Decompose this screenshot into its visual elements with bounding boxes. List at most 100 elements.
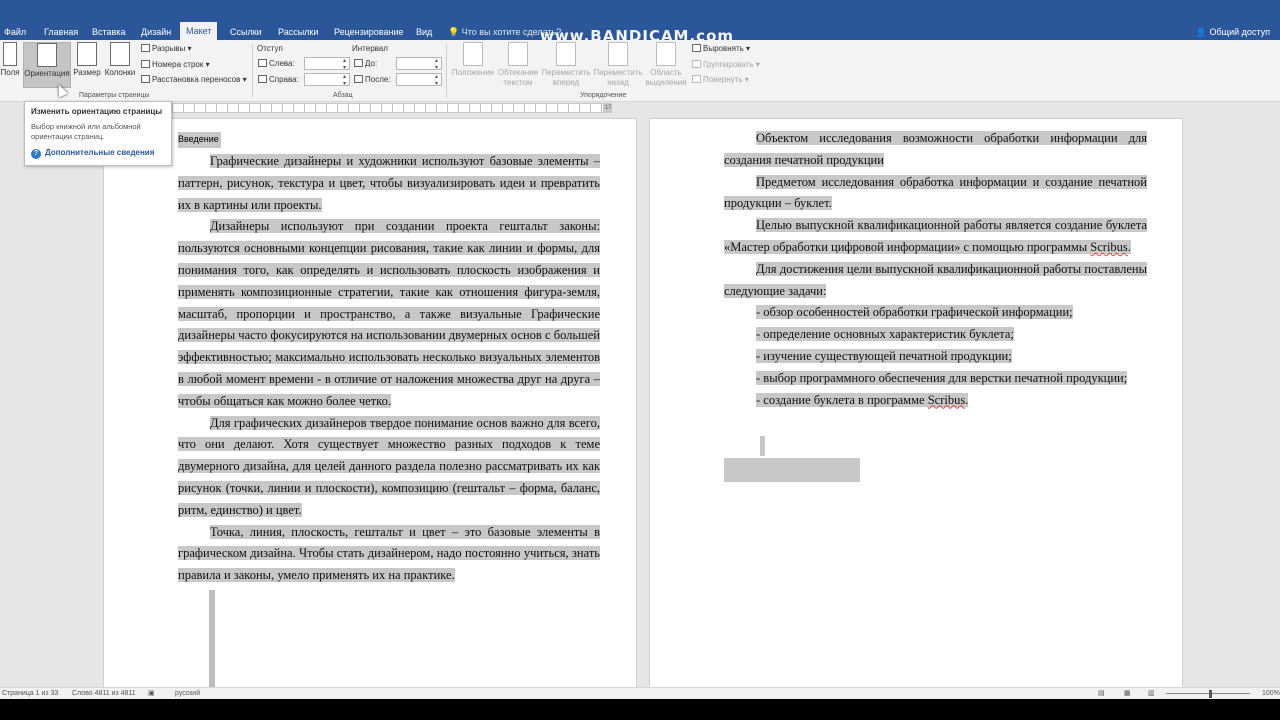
spacing-before-label: До:: [354, 59, 377, 68]
arrange-group-label: Упорядочение: [580, 92, 627, 99]
tab-insert[interactable]: Вставка: [92, 24, 125, 40]
line-numbers-button[interactable]: Номера строк ▾: [141, 60, 210, 69]
line-numbers-icon: [141, 60, 150, 68]
orientation-icon: [37, 43, 57, 67]
tab-references[interactable]: Ссылки: [230, 24, 262, 40]
paragraph[interactable]: Графические дизайнеры и художники исполь…: [178, 151, 600, 216]
rotate-label: Повернуть: [703, 75, 743, 84]
tooltip-more-info-link[interactable]: ? Дополнительные сведения: [31, 148, 165, 159]
orientation-button[interactable]: Ориентация: [23, 42, 71, 88]
status-bar: Страница 1 из 33 Слово 4811 из 4811 ▣ ру…: [0, 687, 1280, 699]
spacing-before-icon: [354, 59, 363, 67]
send-backward-icon: [608, 42, 628, 66]
align-icon: [692, 44, 701, 52]
paragraph[interactable]: Объектом исследования возможности обрабо…: [724, 128, 1147, 172]
tab-design[interactable]: Дизайн: [141, 24, 171, 40]
indent-right-label: Справа:: [258, 75, 299, 84]
columns-button[interactable]: Колонки: [103, 42, 137, 77]
tab-layout[interactable]: Макет: [180, 22, 218, 40]
lightbulb-icon: 💡: [448, 27, 460, 37]
indent-left-input[interactable]: [304, 57, 350, 71]
hyphenation-label: Расстановка переносов: [152, 75, 241, 84]
list-item[interactable]: - выбор программного обеспечения для вер…: [724, 368, 1147, 390]
line-numbers-label: Номера строк: [152, 60, 204, 69]
align-button[interactable]: Выровнять ▾: [692, 44, 750, 53]
paragraph[interactable]: Точка, линия, плоскость, гештальт и цвет…: [178, 522, 600, 587]
rotate-icon: [692, 75, 701, 83]
selection-pane-label: Область выделения: [645, 68, 687, 87]
selected-empty-line: [760, 436, 765, 456]
ribbon-tab-bar: Файл Главная Вставка Дизайн Макет Ссылки…: [0, 0, 1280, 45]
paragraph-text: Объектом исследования возможности обрабо…: [724, 131, 1147, 167]
page-1-text[interactable]: Графические дизайнеры и художники исполь…: [178, 151, 600, 587]
bring-forward-button[interactable]: Переместить вперед: [540, 42, 592, 88]
wrap-text-label: Обтекание текстом: [497, 68, 539, 87]
paragraph-text: Для достижения цели выпускной квалификац…: [724, 261, 1147, 298]
position-button[interactable]: Положение: [450, 42, 496, 77]
tooltip-description: Выбор книжной или альбомной ориентации с…: [31, 122, 141, 141]
section-heading[interactable]: Введение: [178, 132, 221, 148]
group-objects-icon: [692, 60, 701, 68]
zoom-slider-thumb[interactable]: [1209, 690, 1212, 698]
hyphenation-button[interactable]: Расстановка переносов ▾: [141, 75, 247, 84]
paragraph-text: Графические дизайнеры и художники исполь…: [178, 154, 600, 212]
wrap-text-button[interactable]: Обтекание текстом: [496, 42, 540, 88]
paragraph[interactable]: Для достижения цели выпускной квалификац…: [724, 259, 1147, 303]
rotate-button[interactable]: Повернуть ▾: [692, 75, 749, 84]
person-icon: 👤: [1195, 27, 1208, 37]
share-button[interactable]: 👤 Общий доступ: [1196, 24, 1270, 40]
margins-icon: [3, 42, 17, 66]
align-label: Выровнять: [703, 44, 744, 53]
selection-pane-button[interactable]: Область выделения: [644, 42, 688, 88]
paragraph[interactable]: Предметом исследования обработка информа…: [724, 172, 1147, 216]
screen-letterbox: [0, 699, 1280, 720]
bring-forward-label: Переместить вперед: [541, 68, 591, 87]
orientation-label: Ориентация: [24, 69, 70, 78]
orientation-tooltip: Изменить ориентацию страницы Выбор книжн…: [24, 101, 172, 166]
tab-home[interactable]: Главная: [44, 24, 78, 40]
list-item[interactable]: - изучение существующей печатной продукц…: [724, 346, 1147, 368]
ruler-ticks: [173, 104, 611, 112]
group-objects-button[interactable]: Группировать ▾: [692, 60, 760, 69]
zoom-slider[interactable]: [1166, 693, 1250, 694]
paragraph-text: Предметом исследования обработка информа…: [724, 174, 1147, 211]
list-item[interactable]: - обзор особенностей обработки графическ…: [724, 302, 1147, 324]
columns-label: Колонки: [104, 68, 136, 77]
paragraph-text: Точка, линия, плоскость, гештальт и цвет…: [178, 524, 600, 583]
tab-review[interactable]: Рецензирование: [334, 24, 404, 40]
paragraph-text: .: [1127, 239, 1131, 254]
paragraph[interactable]: Дизайнеры используют при создании проект…: [178, 216, 600, 412]
indent-label: Отступ: [257, 44, 283, 53]
hyphenation-icon: [141, 75, 150, 83]
paragraph[interactable]: Для графических дизайнеров твердое поним…: [178, 413, 600, 522]
tab-mailings[interactable]: Рассылки: [278, 24, 318, 40]
spacing-after-icon: [354, 75, 363, 83]
size-icon: [77, 42, 97, 66]
spacing-before-input[interactable]: [396, 57, 442, 71]
breaks-button[interactable]: Разрывы ▾: [141, 44, 192, 53]
position-label: Положение: [451, 68, 495, 77]
group-objects-label: Группировать: [703, 60, 754, 69]
horizontal-ruler[interactable]: 17: [172, 103, 612, 113]
tab-view[interactable]: Вид: [416, 24, 432, 40]
selection-bar: [209, 590, 215, 687]
margins-label: Поля: [0, 68, 20, 77]
list-item-text: - обзор особенностей обработки графическ…: [756, 305, 1073, 320]
spacing-after-input[interactable]: [396, 73, 442, 87]
paragraph[interactable]: Целью выпускной квалификационной работы …: [724, 215, 1147, 259]
tab-file[interactable]: Файл: [4, 24, 26, 40]
list-item[interactable]: - определение основных характеристик бук…: [724, 324, 1147, 346]
paragraph-text: Дизайнеры используют при создании проект…: [178, 219, 600, 408]
bring-forward-icon: [556, 42, 576, 66]
size-button[interactable]: Размер: [72, 42, 102, 77]
paragraph-text: Для графических дизайнеров твердое поним…: [178, 415, 600, 517]
indent-right-input[interactable]: [304, 73, 350, 87]
margins-button[interactable]: Поля: [0, 42, 20, 77]
list-item[interactable]: - создание буклета в программе Scribus.: [724, 390, 1147, 412]
page-2-text[interactable]: Объектом исследования возможности обрабо…: [724, 128, 1147, 411]
position-icon: [463, 42, 483, 66]
paragraph-text: Целью выпускной квалификационной работы …: [724, 218, 1147, 254]
share-label: Общий доступ: [1209, 27, 1270, 37]
help-icon: ?: [31, 149, 41, 159]
send-backward-button[interactable]: Переместить назад: [592, 42, 644, 88]
